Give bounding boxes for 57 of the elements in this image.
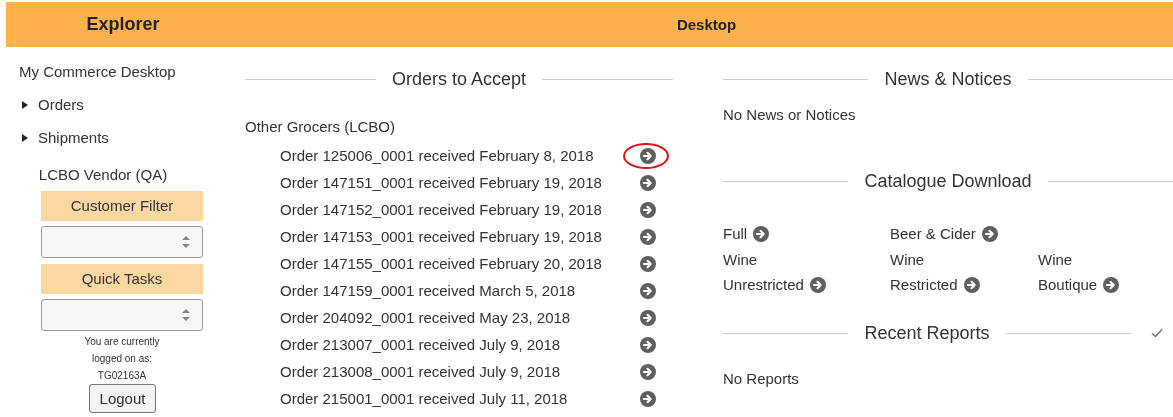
order-link[interactable]: Order 213008_0001 received July 9, 2018 [280, 363, 640, 380]
arrow-circle-icon[interactable] [963, 276, 980, 293]
arrow-circle-icon[interactable] [640, 201, 656, 218]
login-info: logged on as: [91, 352, 153, 366]
tree-item[interactable]: Shipments [19, 128, 109, 148]
group-label: Other Grocers (LCBO) [245, 117, 397, 137]
arrow-circle-icon[interactable] [1103, 276, 1120, 293]
order-link[interactable]: Order 215001_0001 received July 11, 2018 [280, 390, 640, 407]
sidebar-title[interactable]: My Commerce Desktop [19, 62, 176, 82]
order-link[interactable]: Order 213007_0001 received July 9, 2018 [280, 336, 640, 353]
arrow-circle-icon[interactable] [640, 390, 656, 407]
panel-title: Explorer [85, 14, 161, 35]
arrow-circle-icon[interactable] [640, 174, 656, 191]
spinner-icon [182, 309, 190, 321]
filter-heading: Customer Filter [41, 191, 203, 221]
section-heading: News & Notices [884, 68, 1012, 91]
arrow-circle-icon[interactable] [809, 276, 826, 293]
catalogue-link[interactable]: Boutique [1038, 276, 1098, 293]
arrow-circle-icon[interactable] [753, 225, 770, 242]
arrow-circle-icon[interactable] [640, 282, 656, 299]
order-link[interactable]: Order 147159_0001 received March 5, 2018 [280, 282, 640, 299]
catalogue-link[interactable]: Wine [890, 251, 925, 268]
order-link[interactable]: Order 125006_0001 received February 8, 2018 [280, 147, 640, 164]
catalogue-link[interactable]: Full [723, 225, 748, 242]
order-link[interactable]: Order 147155_0001 received February 20, 2018 [280, 255, 640, 272]
arrow-circle-icon[interactable] [640, 228, 656, 245]
section-heading: Recent Reports [864, 322, 990, 345]
catalogue-link[interactable]: Restricted [890, 276, 958, 293]
arrow-circle-icon[interactable] [640, 255, 656, 272]
catalogue-link[interactable]: Beer & Cider [890, 225, 976, 242]
empty-message: No Reports [723, 369, 800, 389]
login-info: TG02163A [97, 369, 147, 383]
vendor-label: LCBO Vendor (QA) [37, 165, 169, 185]
page-title: Desktop [675, 16, 738, 33]
tasks-select[interactable] [41, 299, 203, 331]
customer-select[interactable] [41, 226, 203, 258]
login-info: You are currently [84, 335, 160, 349]
arrow-circle-icon[interactable] [640, 309, 656, 326]
order-link[interactable]: Order 147153_0001 received February 19, 2018 [280, 228, 640, 245]
section-heading: Orders to Accept [391, 68, 527, 91]
empty-message: No News or Notices [723, 105, 857, 125]
arrow-circle-icon[interactable] [640, 336, 656, 353]
tasks-heading: Quick Tasks [41, 264, 203, 294]
checkmark-icon[interactable] [1151, 328, 1163, 338]
section-heading: Catalogue Download [864, 170, 1032, 193]
arrow-circle-icon[interactable] [640, 363, 656, 380]
catalogue-link[interactable]: Wine [723, 251, 758, 268]
logout-button[interactable]: Logout [89, 384, 156, 413]
order-link[interactable]: Order 147152_0001 received February 19, 2018 [280, 201, 640, 218]
order-link[interactable]: Order 204092_0001 received May 23, 2018 [280, 309, 640, 326]
arrow-circle-icon[interactable] [640, 147, 656, 164]
catalogue-link[interactable]: Wine [1038, 251, 1073, 268]
spinner-icon [182, 236, 190, 248]
order-link[interactable]: Order 147151_0001 received February 19, 2018 [280, 174, 640, 191]
tree-item[interactable]: Orders [19, 95, 84, 115]
catalogue-link[interactable]: Unrestricted [723, 276, 804, 293]
arrow-circle-icon[interactable] [981, 225, 998, 242]
